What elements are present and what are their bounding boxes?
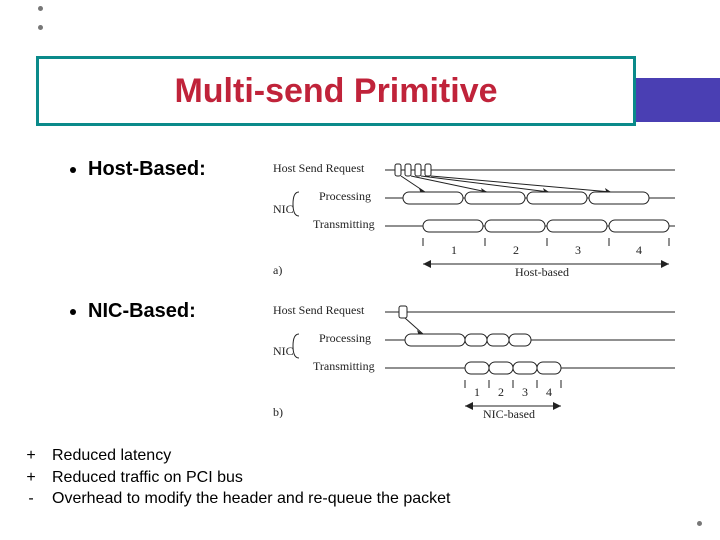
lane-label-processing: Processing xyxy=(319,331,371,345)
list-item: - Overhead to modify the header and re-q… xyxy=(24,488,450,510)
lane-label-host-send: Host Send Request xyxy=(273,161,365,175)
caption-host-text: Host-based xyxy=(515,265,569,276)
decor-dots-top-left xyxy=(38,6,43,44)
section-host: Host-Based: Host Send Request Processing… xyxy=(70,158,700,276)
list-item: + Reduced latency xyxy=(24,445,450,467)
item-text: Reduced latency xyxy=(52,445,171,467)
item-text: Overhead to modify the header and re-que… xyxy=(52,488,450,510)
decor-dot-bottom-right xyxy=(697,521,702,526)
caption-host-tag: a) xyxy=(273,263,282,276)
nic-brace-label: NIC xyxy=(273,344,294,358)
section-nic-label: NIC-Based: xyxy=(70,300,250,323)
item-sign: + xyxy=(24,445,38,467)
lane-label-transmitting: Transmitting xyxy=(313,217,375,231)
nic-brace-label: NIC xyxy=(273,202,294,216)
tick-3: 3 xyxy=(575,243,581,257)
item-sign: - xyxy=(24,488,38,510)
tick-3: 3 xyxy=(522,385,528,399)
section-host-text: Host-Based: xyxy=(88,158,206,181)
section-host-label: Host-Based: xyxy=(70,158,250,181)
lane-label-processing: Processing xyxy=(319,189,371,203)
bullet-icon xyxy=(70,309,76,315)
caption-nic-text: NIC-based xyxy=(483,407,535,418)
nic-brace-icon xyxy=(293,192,299,216)
pros-cons-list: + Reduced latency + Reduced traffic on P… xyxy=(24,445,450,510)
section-nic-text: NIC-Based: xyxy=(88,300,196,323)
title-box: Multi-send Primitive xyxy=(36,56,636,126)
tick-1: 1 xyxy=(451,243,457,257)
item-sign: + xyxy=(24,467,38,489)
nic-brace-icon xyxy=(293,334,299,358)
tick-4: 4 xyxy=(546,385,552,399)
caption-nic-tag: b) xyxy=(273,405,283,418)
diagram-nic-based: Host Send Request Processing NIC Transmi… xyxy=(250,300,700,418)
section-nic: NIC-Based: Host Send Request Processing … xyxy=(70,300,700,418)
tick-2: 2 xyxy=(498,385,504,399)
lane-label-host-send: Host Send Request xyxy=(273,303,365,317)
item-text: Reduced traffic on PCI bus xyxy=(52,467,243,489)
tick-2: 2 xyxy=(513,243,519,257)
tick-1: 1 xyxy=(474,385,480,399)
lane-label-transmitting: Transmitting xyxy=(313,359,375,373)
tick-4: 4 xyxy=(636,243,642,257)
list-item: + Reduced traffic on PCI bus xyxy=(24,467,450,489)
diagram-host-based: Host Send Request Processing NIC Transmi… xyxy=(250,158,700,276)
slide-title: Multi-send Primitive xyxy=(174,72,497,111)
bullet-icon xyxy=(70,167,76,173)
